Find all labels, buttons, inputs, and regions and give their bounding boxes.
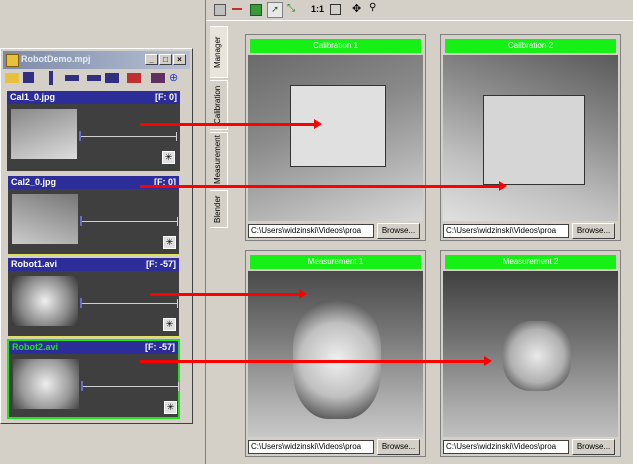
fit-icon[interactable] xyxy=(330,4,341,15)
tab-manager[interactable]: Manager xyxy=(210,26,228,78)
track-slider[interactable] xyxy=(79,136,177,137)
path-field[interactable]: C:\Users\widzinski\Videos\proa xyxy=(443,440,569,454)
track-thumbnail xyxy=(13,359,79,409)
path-field[interactable]: C:\Users\widzinski\Videos\proa xyxy=(248,224,374,238)
track-item[interactable]: Cal1_0.jpg [F: 0] ✳ xyxy=(7,91,180,171)
track-options-icon[interactable]: ✳ xyxy=(163,236,176,249)
app-icon xyxy=(6,54,19,67)
project-window: RobotDemo.mpj _ □ × ⊕ Cal1_0.jpg [F: 0] … xyxy=(0,48,193,424)
track-header: Robot2.avi [F: -57] xyxy=(9,341,178,354)
flag-icon[interactable] xyxy=(127,73,141,83)
grid-icon[interactable] xyxy=(151,73,165,83)
arrow-track4-to-measurement2 xyxy=(140,356,492,366)
panel-caption: Calibration 2 xyxy=(445,39,616,53)
calibration-image-1 xyxy=(248,55,423,221)
track-frame: [F: -57] xyxy=(145,342,175,352)
slider-end xyxy=(177,217,178,226)
zoom-icon[interactable]: ⚲ xyxy=(369,2,376,13)
window-titlebar[interactable]: RobotDemo.mpj _ □ × xyxy=(3,51,190,69)
calibration-image-2 xyxy=(443,55,618,221)
pan-icon[interactable]: ✥ xyxy=(352,2,361,15)
zoom-1-1-button[interactable]: 1:1 xyxy=(311,4,324,14)
robot-figure xyxy=(503,321,571,391)
panel-calibration-1: Calibration 1 C:\Users\widzinski\Videos\… xyxy=(245,34,426,241)
track-item[interactable]: Robot2.avi [F: -57] ✳ xyxy=(7,339,180,419)
arrow-track1-to-calibration1 xyxy=(140,119,322,129)
track-header: Cal1_0.jpg [F: 0] xyxy=(7,91,180,104)
track-item[interactable]: Robot1.avi [F: -57] ✳ xyxy=(7,257,180,337)
save-icon[interactable] xyxy=(23,72,34,83)
open-folder-icon[interactable] xyxy=(5,73,19,83)
green-box-icon[interactable] xyxy=(250,4,262,16)
arrow-track3-to-measurement1 xyxy=(150,289,307,299)
close-button[interactable]: × xyxy=(173,54,186,65)
panel-caption: Measurement 1 xyxy=(250,255,421,269)
pointer-icon[interactable]: ➚ xyxy=(267,2,283,18)
arrow-track2-to-calibration2 xyxy=(140,181,507,191)
slider-knob[interactable] xyxy=(80,216,82,226)
browse-button[interactable]: Browse... xyxy=(377,223,420,239)
slider-knob[interactable] xyxy=(81,381,83,391)
calibration-target xyxy=(290,85,386,167)
browse-button[interactable]: Browse... xyxy=(572,223,615,239)
track-thumbnail xyxy=(12,276,78,326)
panel-caption: Measurement 2 xyxy=(445,255,616,269)
measurement-image-2 xyxy=(443,271,618,437)
slider-end xyxy=(176,132,177,141)
track-frame: [F: -57] xyxy=(146,259,176,269)
browse-button[interactable]: Browse... xyxy=(572,439,615,455)
tab-measurement[interactable]: Measurement xyxy=(210,132,228,188)
minimize-button[interactable]: _ xyxy=(145,54,158,65)
tab-blender[interactable]: Blender xyxy=(210,190,228,228)
path-field[interactable]: C:\Users\widzinski\Videos\proa xyxy=(443,224,569,238)
track-options-icon[interactable]: ✳ xyxy=(164,401,177,414)
move-green-icon[interactable]: ⤡ xyxy=(287,3,295,14)
track-name: Robot1.avi xyxy=(11,259,58,269)
maximize-button[interactable]: □ xyxy=(159,54,172,65)
track-name: Cal2_0.jpg xyxy=(11,177,57,187)
window-title: RobotDemo.mpj xyxy=(21,54,91,64)
track-slider[interactable] xyxy=(81,386,179,387)
panel-measurement-2: Measurement 2 C:\Users\widzinski\Videos\… xyxy=(440,250,621,457)
slider-knob[interactable] xyxy=(80,298,82,308)
track-slider[interactable] xyxy=(80,303,178,304)
link-icon[interactable] xyxy=(232,8,242,10)
separator-icon xyxy=(49,71,53,85)
slider-end xyxy=(177,299,178,308)
panel-caption: Calibration 1 xyxy=(250,39,421,53)
track-name: Cal1_0.jpg xyxy=(10,92,56,102)
pin-icon[interactable]: ⊕ xyxy=(169,71,183,85)
grid-icon[interactable] xyxy=(214,4,226,16)
top-toolbar: ➚ ⤡ 1:1 ✥ ⚲ xyxy=(206,0,633,21)
slider-knob[interactable] xyxy=(79,131,81,141)
layout-one-icon[interactable] xyxy=(65,75,79,81)
track-thumbnail xyxy=(11,109,77,159)
track-name: Robot2.avi xyxy=(12,342,59,352)
track-thumbnail xyxy=(12,194,78,244)
track-options-icon[interactable]: ✳ xyxy=(162,151,175,164)
track-frame: [F: 0] xyxy=(155,92,177,102)
calibration-target xyxy=(483,95,585,185)
track-options-icon[interactable]: ✳ xyxy=(163,318,176,331)
panel-calibration-2: Calibration 2 C:\Users\widzinski\Videos\… xyxy=(440,34,621,241)
layout-three-icon[interactable] xyxy=(105,73,119,83)
layout-two-icon[interactable] xyxy=(87,75,101,81)
path-field[interactable]: C:\Users\widzinski\Videos\proa xyxy=(248,440,374,454)
panel-measurement-1: Measurement 1 C:\Users\widzinski\Videos\… xyxy=(245,250,426,457)
browse-button[interactable]: Browse... xyxy=(377,439,420,455)
slider-end xyxy=(178,382,179,391)
track-header: Robot1.avi [F: -57] xyxy=(8,258,179,271)
track-slider[interactable] xyxy=(80,221,178,222)
